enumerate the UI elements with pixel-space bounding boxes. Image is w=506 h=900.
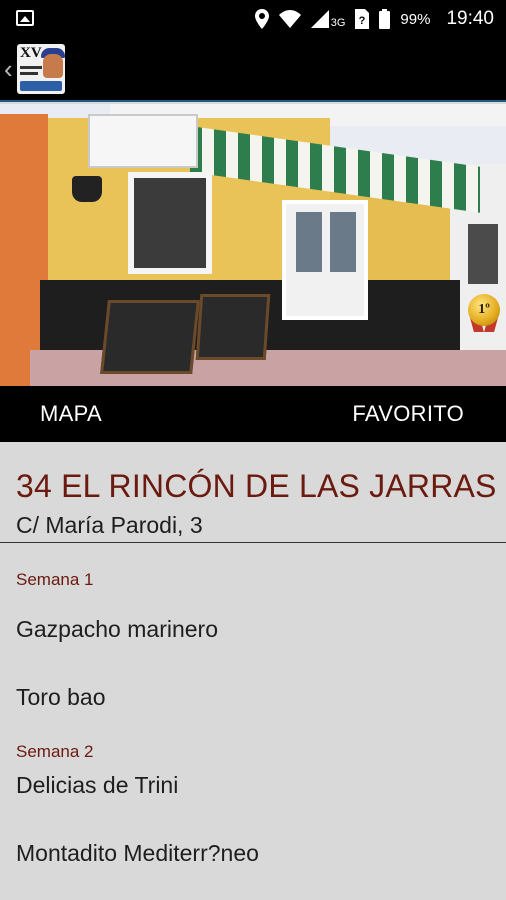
- battery-percent: 99%: [400, 10, 431, 28]
- sim-icon: ?: [355, 9, 370, 29]
- favorite-button[interactable]: FAVORITO: [352, 386, 464, 442]
- app-bar: ‹ XV: [0, 38, 506, 102]
- dish-item[interactable]: Delicias de Trini: [16, 772, 178, 799]
- battery-icon: [379, 9, 391, 29]
- week-label: Semana 2: [16, 742, 94, 761]
- venue-title: 34 EL RINCÓN DE LAS JARRAS: [16, 468, 497, 504]
- restaurant-photo: 1º: [0, 104, 506, 386]
- back-chevron-icon[interactable]: ‹: [4, 56, 13, 82]
- chalkboard: [100, 300, 200, 374]
- venue-address: C/ María Parodi, 3: [16, 512, 203, 538]
- restaurant-sign: [88, 114, 198, 168]
- app-logo[interactable]: XV: [17, 44, 65, 94]
- signal-icon: [310, 10, 329, 28]
- status-bar: 3G ? 99% 19:40: [0, 0, 506, 38]
- divider: [0, 542, 506, 543]
- dish-item[interactable]: Gazpacho marinero: [16, 616, 218, 643]
- first-place-medal-icon: 1º: [468, 294, 500, 326]
- chalkboard: [195, 294, 271, 360]
- dish-item[interactable]: Toro bao: [16, 684, 106, 711]
- action-bar: MAPA FAVORITO: [0, 386, 506, 442]
- wifi-icon: [278, 10, 301, 28]
- svg-text:?: ?: [359, 15, 366, 27]
- logo-text: XV: [20, 45, 42, 61]
- map-button[interactable]: MAPA: [40, 386, 102, 442]
- venue-details: 34 EL RINCÓN DE LAS JARRAS C/ María Paro…: [0, 442, 506, 900]
- clock-time: 19:40: [446, 8, 494, 29]
- window: [128, 172, 212, 274]
- image-icon: [16, 10, 34, 26]
- status-icons: 3G ? 99% 19:40: [254, 0, 494, 38]
- dish-item[interactable]: Montadito Mediterr?neo: [16, 840, 259, 867]
- location-icon: [254, 9, 269, 29]
- week-label: Semana 1: [16, 570, 94, 589]
- lamp: [72, 176, 102, 202]
- network-type: 3G: [330, 17, 346, 29]
